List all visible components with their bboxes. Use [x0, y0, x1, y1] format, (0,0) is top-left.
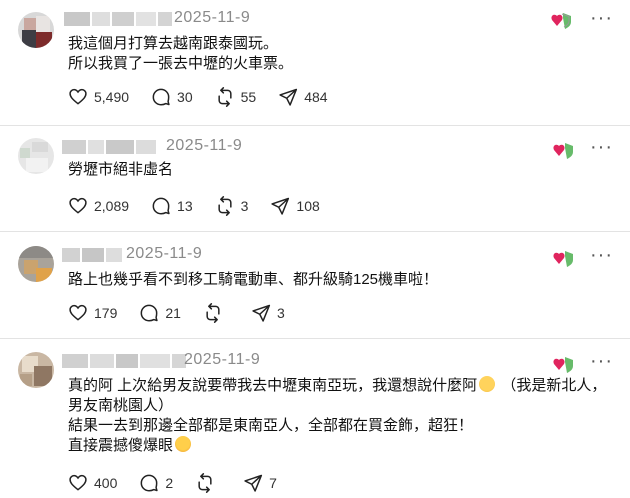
username-blurred[interactable] [64, 10, 174, 28]
repost-button[interactable] [203, 303, 229, 323]
send-icon [279, 88, 298, 106]
post-text: 勞壢市絕非虛名 [68, 161, 174, 178]
like-button[interactable]: 5,490 [68, 87, 129, 107]
post-2[interactable]: 2025-11-9 ··· 勞壢市絕非虛名 2,089 13 3 108 [0, 130, 630, 230]
post-3[interactable]: 2025-11-9 ··· 路上也幾乎看不到移工騎電動車、都升級騎125機車啦！… [0, 238, 630, 338]
repost-icon [198, 473, 212, 493]
comment-button[interactable]: 2 [139, 473, 173, 493]
heart-shield-badge-icon [553, 143, 573, 159]
like-count: 179 [94, 305, 118, 321]
action-bar: 2,089 13 3 108 [68, 195, 342, 217]
post-divider [0, 125, 630, 126]
post-text: 真的阿 上次給男友說要帶我去中壢東南亞玩，我還想說什麼阿 （我是新北人， 男友南… [68, 376, 607, 454]
post-date[interactable]: 2025-11-9 [126, 245, 202, 263]
send-icon [271, 197, 290, 215]
comment-bubble-icon [140, 474, 159, 492]
flushed-face-emoji-icon [479, 376, 496, 392]
heart-icon [69, 474, 87, 491]
like-count: 400 [94, 475, 118, 491]
heart-icon [69, 197, 87, 214]
send-icon [252, 304, 271, 322]
heart-shield-badge-icon [551, 13, 571, 29]
username-blurred[interactable] [62, 138, 158, 156]
share-button[interactable]: 3 [251, 303, 285, 323]
comment-count: 13 [177, 198, 193, 214]
heart-icon [69, 304, 87, 321]
comment-bubble-icon [152, 197, 170, 215]
repost-button[interactable]: 55 [215, 87, 257, 107]
comment-count: 30 [177, 89, 193, 105]
like-count: 2,089 [94, 198, 130, 214]
share-count: 7 [269, 475, 277, 491]
repost-count: 3 [240, 198, 249, 214]
comment-button[interactable]: 30 [151, 87, 193, 107]
like-button[interactable]: 2,089 [68, 196, 129, 216]
post-text: 我這個月打算去越南跟泰國玩。 所以我買了一張去中壢的火車票。 [68, 35, 294, 72]
repost-button[interactable] [195, 473, 221, 493]
share-button[interactable]: 108 [270, 196, 320, 216]
comment-bubble-icon [140, 304, 159, 322]
like-button[interactable]: 400 [68, 473, 117, 493]
post-date[interactable]: 2025-11-9 [174, 9, 250, 27]
post-date[interactable]: 2025-11-9 [166, 137, 242, 155]
heart-shield-badge-icon [553, 357, 573, 373]
like-count: 5,490 [94, 89, 130, 105]
repost-icon [206, 303, 220, 323]
avatar[interactable] [18, 138, 54, 174]
heart-icon [69, 88, 87, 105]
more-options-button[interactable]: ··· [590, 244, 613, 267]
post-divider [0, 338, 630, 339]
repost-icon [218, 196, 232, 216]
send-icon [244, 474, 263, 492]
share-count: 108 [296, 198, 320, 214]
avatar[interactable] [18, 246, 54, 282]
post-divider [0, 231, 630, 232]
comment-count: 21 [165, 305, 181, 321]
heart-shield-badge-icon [553, 251, 573, 267]
post-1[interactable]: 2025-11-9 ··· 我這個月打算去越南跟泰國玩。 所以我買了一張去中壢的… [0, 0, 630, 125]
action-bar: 179 21 3 [68, 302, 307, 324]
more-options-button[interactable]: ··· [590, 350, 613, 373]
avatar[interactable] [18, 12, 54, 48]
comment-count: 2 [165, 475, 174, 491]
comment-bubble-icon [152, 88, 170, 106]
share-button[interactable]: 7 [243, 473, 277, 493]
share-count: 3 [276, 305, 285, 321]
star-struck-emoji-icon [175, 436, 192, 452]
action-bar: 400 2 7 [68, 472, 299, 494]
comment-button[interactable]: 13 [151, 196, 193, 216]
repost-icon [218, 87, 232, 107]
share-button[interactable]: 484 [278, 87, 328, 107]
repost-count: 55 [240, 89, 257, 105]
action-bar: 5,490 30 55 484 [68, 86, 350, 108]
username-blurred[interactable] [62, 352, 188, 370]
post-4[interactable]: 2025-11-9 ··· 真的阿 上次給男友說要帶我去中壢東南亞玩，我還想說什… [0, 344, 630, 498]
share-count: 484 [304, 89, 328, 105]
avatar[interactable] [18, 352, 54, 388]
username-blurred[interactable] [62, 246, 124, 264]
comment-button[interactable]: 21 [139, 303, 181, 323]
post-text: 路上也幾乎看不到移工騎電動車、都升級騎125機車啦！ [68, 271, 439, 288]
repost-button[interactable]: 3 [215, 196, 249, 216]
post-date[interactable]: 2025-11-9 [184, 351, 260, 369]
like-button[interactable]: 179 [68, 303, 117, 323]
more-options-button[interactable]: ··· [590, 7, 613, 30]
more-options-button[interactable]: ··· [590, 136, 613, 159]
